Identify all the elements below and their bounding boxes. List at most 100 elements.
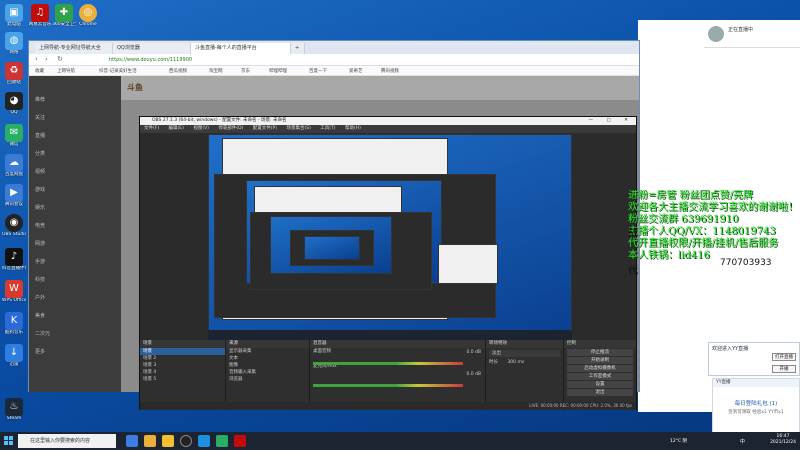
- bookmark-item[interactable]: 收藏: [35, 68, 44, 74]
- obs-preview-canvas[interactable]: [208, 134, 572, 340]
- menu-scene-collection[interactable]: 场景集合(S): [286, 126, 310, 131]
- source-item[interactable]: 浏览器: [226, 376, 309, 383]
- bookmark-item[interactable]: 上网导航: [57, 68, 75, 74]
- bookmark-item[interactable]: 百度一下: [309, 68, 327, 74]
- avatar[interactable]: [708, 26, 724, 42]
- overlay-number: 770703933: [720, 258, 772, 268]
- url-field[interactable]: https://www.douyu.com/1119900: [109, 56, 409, 64]
- stop-streaming-button[interactable]: 停止推流: [567, 349, 633, 356]
- desktop-icon-recycle-bin[interactable]: ♻ 回收站: [2, 62, 26, 85]
- bookmark-item[interactable]: 京东: [241, 68, 250, 74]
- scene-item[interactable]: 场景: [140, 348, 225, 355]
- menu-edit[interactable]: 编辑(E): [169, 126, 184, 131]
- source-item[interactable]: 显示器采集: [226, 348, 309, 355]
- clock[interactable]: 16:47 2021/12/24: [770, 434, 796, 446]
- desktop-icon-douyin-live[interactable]: ♪抖音直播伴侣: [2, 248, 26, 271]
- browser-tab[interactable]: QQ浏览器: [113, 43, 191, 54]
- sidebar-item[interactable]: 更多: [35, 348, 45, 355]
- duration-field[interactable]: 300 ms: [507, 360, 524, 365]
- desktop-icon-baidu-pan[interactable]: ☁ 百度网盘: [2, 154, 26, 177]
- bookmark-item[interactable]: 腾讯视频: [381, 68, 399, 74]
- scene-item[interactable]: 场景 4: [140, 369, 225, 376]
- sidebar-item[interactable]: 分类: [35, 150, 45, 157]
- scene-item[interactable]: 场景 3: [140, 362, 225, 369]
- desktop-icon-xunlei[interactable]: ↓ 迅雷: [2, 344, 26, 367]
- music-taskbar-icon[interactable]: [234, 435, 246, 447]
- browser-tab-active[interactable]: 斗鱼直播-每个人的直播平台: [191, 43, 291, 54]
- taskbar-search-input[interactable]: 在这里输入你要搜索的内容: [18, 434, 116, 448]
- weather-widget[interactable]: 12°C 阴: [670, 438, 687, 444]
- sidebar-item[interactable]: 推荐: [35, 96, 45, 103]
- back-icon[interactable]: ‹: [35, 55, 38, 63]
- source-item[interactable]: 音频输入采集: [226, 369, 309, 376]
- task-view-icon[interactable]: [126, 435, 138, 447]
- desktop-icon-wps[interactable]: W WPS Office: [2, 280, 26, 303]
- desktop-icon-qq[interactable]: ◕ QQ: [2, 92, 26, 115]
- sidebar-item[interactable]: 游戏: [35, 186, 45, 193]
- wechat-taskbar-icon[interactable]: [216, 435, 228, 447]
- desktop-icon-obs[interactable]: ◉ OBS Studio: [2, 214, 26, 237]
- sidebar-item[interactable]: 科技: [35, 276, 45, 283]
- site-logo[interactable]: 斗鱼: [127, 82, 143, 93]
- studio-mode-button[interactable]: 工作室模式: [567, 373, 633, 380]
- sidebar-item[interactable]: 电竞: [35, 222, 45, 229]
- sidebar-item[interactable]: 娱乐: [35, 204, 45, 211]
- scene-item[interactable]: 场景 2: [140, 355, 225, 362]
- settings-button[interactable]: 设置: [567, 381, 633, 388]
- bookmark-item[interactable]: 抖音-记录美好生活: [99, 68, 137, 74]
- desktop-icon-this-pc[interactable]: ▣ 此电脑: [2, 4, 26, 27]
- sidebar-item[interactable]: 直播: [35, 132, 45, 139]
- menu-docks[interactable]: 停靠部件(D): [218, 126, 243, 131]
- menu-help[interactable]: 帮助(H): [345, 126, 361, 131]
- sidebar-item[interactable]: 视频: [35, 168, 45, 175]
- virtual-camera-button[interactable]: 启动虚拟摄像机: [567, 365, 633, 372]
- forward-icon[interactable]: ›: [45, 55, 48, 63]
- bookmark-item[interactable]: 西瓜视频: [169, 68, 187, 74]
- browser-tab[interactable]: 上网导航-专业网址导航大全: [35, 43, 113, 54]
- desktop-icon-tencent-meeting[interactable]: ▶ 腾讯会议: [2, 184, 26, 207]
- scene-item[interactable]: 场景 5: [140, 376, 225, 383]
- sidebar-item[interactable]: 手游: [35, 258, 45, 265]
- open-live-button[interactable]: 打开直播: [772, 353, 796, 361]
- source-item[interactable]: 文本: [226, 355, 309, 362]
- desktop-icon-steam[interactable]: ♨ Steam: [2, 398, 26, 421]
- bookmark-item[interactable]: 哔哩哔哩: [269, 68, 287, 74]
- exit-button[interactable]: 退出: [567, 389, 633, 396]
- new-tab-button[interactable]: +: [291, 43, 305, 54]
- desktop-icon-wechat[interactable]: ✉ 微信: [2, 124, 26, 147]
- desktop-icon-360[interactable]: ✚ 360安全卫士: [52, 4, 76, 27]
- bookmark-item[interactable]: 爱奇艺: [349, 68, 363, 74]
- clock-date: 2021/12/24: [770, 440, 796, 445]
- obs-menubar: 文件(F) 编辑(E) 视图(V) 停靠部件(D) 配置文件(P) 场景集合(S…: [140, 125, 636, 133]
- menu-profile[interactable]: 配置文件(P): [253, 126, 277, 131]
- desktop-icon-netease-music[interactable]: ♫ 网易云音乐: [28, 4, 52, 27]
- start-live-button[interactable]: 开播: [772, 365, 796, 373]
- explorer-icon[interactable]: [162, 435, 174, 447]
- sidebar-item[interactable]: 二次元: [35, 330, 50, 337]
- desktop-icon-label: 此电脑: [7, 22, 21, 27]
- transition-select[interactable]: 淡出: [489, 350, 560, 357]
- desktop-icon-label: 酷狗音乐: [5, 330, 23, 335]
- menu-view[interactable]: 视图(V): [193, 126, 209, 131]
- sidebar-item[interactable]: 网游: [35, 240, 45, 247]
- browser-taskbar-icon[interactable]: [144, 435, 156, 447]
- refresh-icon[interactable]: ↻: [57, 55, 63, 63]
- bookmark-item[interactable]: 淘宝网: [209, 68, 223, 74]
- input-language[interactable]: 中: [740, 438, 745, 445]
- source-item[interactable]: 图像: [226, 362, 309, 369]
- scenes-dock-title: 场景: [140, 340, 225, 348]
- menu-tools[interactable]: 工具(T): [320, 126, 335, 131]
- sidebar-item[interactable]: 美食: [35, 312, 45, 319]
- window-controls[interactable]: — □ ✕: [589, 117, 634, 125]
- obs-taskbar-icon[interactable]: [180, 435, 192, 447]
- desktop-icon-kugou[interactable]: K 酷狗音乐: [2, 312, 26, 335]
- start-button[interactable]: [4, 436, 14, 446]
- desktop-icon-chrome[interactable]: ◎ Chrome: [76, 4, 100, 27]
- app-taskbar-icon[interactable]: [198, 435, 210, 447]
- start-recording-button[interactable]: 开始录制: [567, 357, 633, 364]
- cloud-icon: ☁: [5, 154, 23, 172]
- sidebar-item[interactable]: 关注: [35, 114, 45, 121]
- desktop-icon-network[interactable]: ◍ 网络: [2, 32, 26, 55]
- sidebar-item[interactable]: 户外: [35, 294, 45, 301]
- menu-file[interactable]: 文件(F): [144, 126, 159, 131]
